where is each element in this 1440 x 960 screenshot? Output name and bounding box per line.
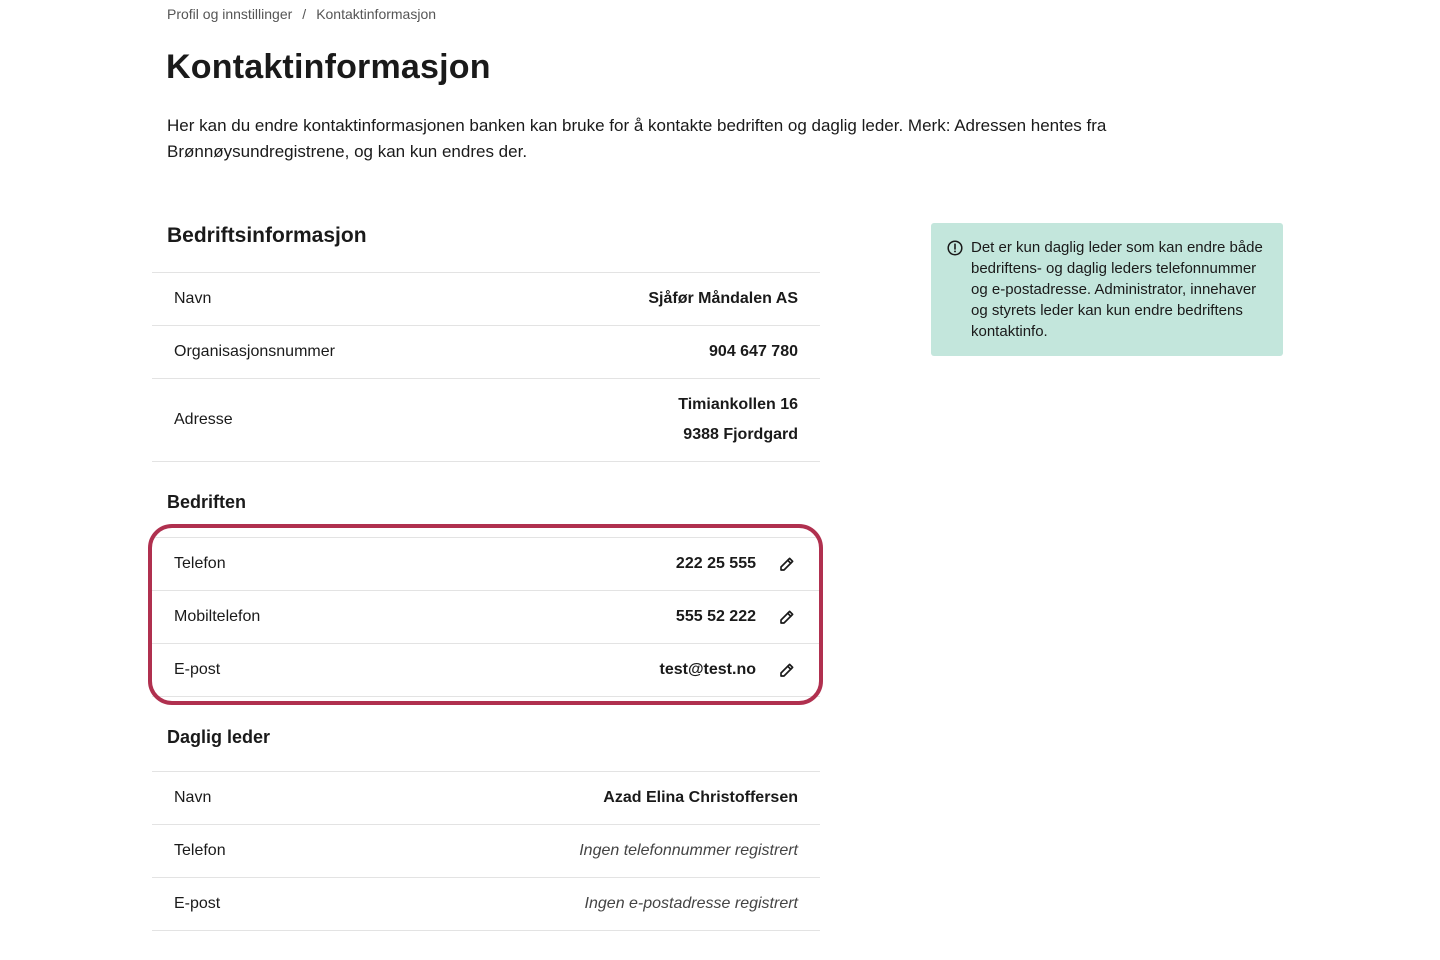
row-value: test@test.no <box>659 661 757 678</box>
table-row-manager-phone: Telefon Ingen telefonnummer registrert <box>152 825 820 878</box>
page-title: Kontaktinformasjon <box>166 48 491 86</box>
manager-table: Navn Azad Elina Christoffersen Telefon I… <box>152 771 820 931</box>
breadcrumb-current: Kontaktinformasjon <box>316 6 437 22</box>
info-box-text: Det er kun daglig leder som kan endre bå… <box>971 239 1263 340</box>
breadcrumb-separator: / <box>302 6 307 22</box>
table-row-manager-email: E-post Ingen e-postadresse registrert <box>152 878 820 931</box>
row-label: Mobiltelefon <box>174 608 261 625</box>
row-value: Azad Elina Christoffersen <box>603 789 798 806</box>
breadcrumb-link-profile[interactable]: Profil og innstillinger <box>167 6 292 22</box>
info-box: Det er kun daglig leder som kan endre bå… <box>931 223 1283 356</box>
row-value-wrap: 555 52 222 <box>676 606 798 628</box>
row-label: Navn <box>174 789 212 806</box>
row-value: Ingen e-postadresse registrert <box>584 895 798 912</box>
address-value: Timiankollen 16 9388 Fjordgard <box>678 390 798 450</box>
row-value-wrap: 222 25 555 <box>676 553 798 575</box>
row-label: Organisasjonsnummer <box>174 343 335 360</box>
company-contact-title: Bedriften <box>167 492 247 512</box>
pencil-icon <box>780 610 794 624</box>
breadcrumb: Profil og innstillinger / Kontaktinforma… <box>167 6 436 22</box>
manager-title: Daglig leder <box>167 727 271 747</box>
row-label: E-post <box>174 895 221 912</box>
edit-mobile-button[interactable] <box>776 606 798 628</box>
table-row-manager-name: Navn Azad Elina Christoffersen <box>152 772 820 825</box>
row-value: 222 25 555 <box>675 555 756 572</box>
row-label: Telefon <box>174 842 226 859</box>
row-label: E-post <box>174 661 221 678</box>
table-row-company-phone: Telefon 222 25 555 <box>152 538 820 591</box>
company-info-table: Navn Sjåfør Måndalen AS Organisasjonsnum… <box>152 272 820 462</box>
company-contact-table: Telefon 222 25 555 Mobiltelefon 555 52 2… <box>152 537 820 697</box>
row-value-wrap: test@test.no <box>660 659 799 681</box>
info-circle-icon <box>947 240 963 356</box>
intro-text: Her kan du endre kontaktinformasjonen ba… <box>167 116 1107 161</box>
table-row-address: Adresse Timiankollen 16 9388 Fjordgard <box>152 379 820 462</box>
table-row-company-email: E-post test@test.no <box>152 644 820 697</box>
address-line-2: 9388 Fjordgard <box>683 426 798 443</box>
row-value: Ingen telefonnummer registrert <box>579 842 798 859</box>
row-value: 904 647 780 <box>709 343 798 360</box>
table-row-company-mobile: Mobiltelefon 555 52 222 <box>152 591 820 644</box>
page: Profil og innstillinger / Kontaktinforma… <box>0 0 1440 960</box>
row-label: Navn <box>174 290 212 307</box>
pencil-icon <box>780 663 794 677</box>
edit-phone-button[interactable] <box>776 553 798 575</box>
table-row-company-name: Navn Sjåfør Måndalen AS <box>152 273 820 326</box>
company-info-title: Bedriftsinformasjon <box>167 224 367 247</box>
pencil-icon <box>780 557 794 571</box>
table-row-orgnr: Organisasjonsnummer 904 647 780 <box>152 326 820 379</box>
row-value: 555 52 222 <box>675 608 756 625</box>
row-value: Sjåfør Måndalen AS <box>648 290 798 307</box>
row-label: Telefon <box>174 555 226 572</box>
edit-email-button[interactable] <box>776 659 798 681</box>
address-line-1: Timiankollen 16 <box>678 396 798 413</box>
row-label: Adresse <box>174 411 233 428</box>
